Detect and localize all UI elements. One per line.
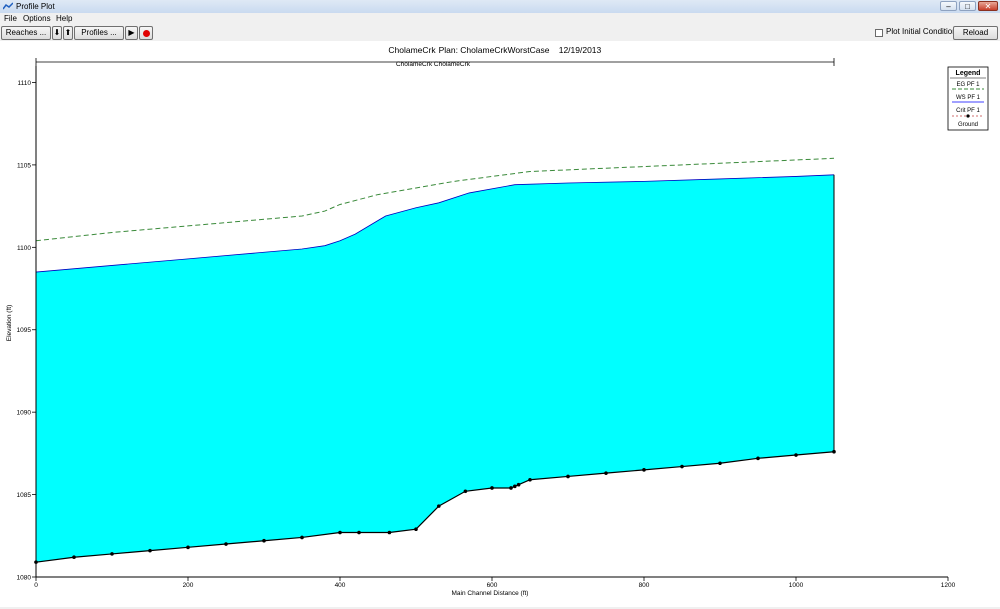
menu-file[interactable]: File xyxy=(4,14,17,24)
ground-point xyxy=(72,555,76,560)
down-arrow-button[interactable]: ⬇ xyxy=(52,26,62,40)
legend-entry-ground: Ground xyxy=(958,122,978,128)
app-icon xyxy=(3,2,13,10)
window-title: Profile Plot xyxy=(16,2,55,11)
legend-entry-crit: Crit PF 1 xyxy=(956,108,980,114)
maximize-icon: □ xyxy=(965,2,970,11)
x-tick-label: 600 xyxy=(487,582,498,589)
ground-point xyxy=(566,474,570,479)
ground-point xyxy=(110,552,114,556)
ground-point xyxy=(516,482,521,487)
record-icon xyxy=(142,30,150,37)
legend-title: Legend xyxy=(956,70,981,77)
ground-point xyxy=(414,527,418,531)
chart-title-river: CholameCrk xyxy=(388,45,436,55)
play-button[interactable]: ▶ xyxy=(125,26,138,40)
ground-point xyxy=(300,535,304,540)
play-icon: ▶ xyxy=(128,28,135,37)
toolbar: Reaches ... ⬇ ⬆ Profiles ... ▶ Plot Init… xyxy=(0,25,1000,49)
chart-title-date: 12/19/2013 xyxy=(559,45,602,55)
plot-area: CholameCrk Plan: CholameCrkWorstCase 12/… xyxy=(0,41,1000,607)
x-tick-label: 400 xyxy=(335,582,346,589)
menu-help[interactable]: Help xyxy=(56,14,72,24)
ground-point xyxy=(262,538,266,543)
ground-point xyxy=(794,453,798,457)
y-tick-label: 1105 xyxy=(17,162,31,169)
down-arrow-icon: ⬇ xyxy=(53,28,61,37)
reaches-button[interactable]: Reaches ... xyxy=(1,26,51,40)
ground-point xyxy=(832,449,836,454)
ground-point xyxy=(437,504,441,508)
title-bar: Profile Plot – □ ✕ xyxy=(0,0,1000,14)
ground-point xyxy=(338,530,342,535)
legend-entry-eg: EG PF 1 xyxy=(956,82,980,88)
ground-point xyxy=(490,486,494,490)
y-tick-label: 1080 xyxy=(17,575,32,582)
profiles-button[interactable]: Profiles ... xyxy=(74,26,124,40)
y-tick-label: 1085 xyxy=(17,492,32,499)
legend: Legend EG PF 1 WS PF 1 Crit PF 1 Ground xyxy=(947,66,989,131)
ground-point xyxy=(387,530,392,535)
plot-initial-conditions-label: Plot Initial Conditions xyxy=(886,27,961,36)
ground-point xyxy=(148,548,152,553)
menu-options[interactable]: Options xyxy=(23,14,51,24)
ground-point xyxy=(186,545,190,550)
up-arrow-icon: ⬆ xyxy=(64,28,72,37)
minimize-icon: – xyxy=(946,2,951,11)
close-icon: ✕ xyxy=(984,2,992,11)
ground-point xyxy=(513,484,517,489)
ground-point xyxy=(680,464,684,469)
minimize-button[interactable]: – xyxy=(940,1,957,11)
ground-point xyxy=(756,456,760,461)
close-button[interactable]: ✕ xyxy=(978,1,998,11)
x-tick-label: 0 xyxy=(34,582,38,589)
y-tick-label: 1110 xyxy=(18,80,32,87)
profile-chart: CholameCrk Plan: CholameCrkWorstCase 12/… xyxy=(6,45,989,597)
ground-point xyxy=(604,471,608,475)
x-tick-label: 1000 xyxy=(789,582,804,589)
plot-initial-conditions-checkbox[interactable] xyxy=(875,29,883,37)
ground-point xyxy=(718,461,722,466)
stop-button[interactable] xyxy=(139,26,153,40)
up-arrow-button[interactable]: ⬆ xyxy=(63,26,73,40)
y-tick-label: 1090 xyxy=(17,410,32,417)
ground-point xyxy=(357,530,361,535)
y-axis-label: Elevation (ft) xyxy=(6,305,13,342)
reload-data-button[interactable]: Reload Data xyxy=(953,26,998,49)
x-tick-label: 800 xyxy=(639,582,650,589)
ground-point xyxy=(463,489,468,494)
ws-fill-area xyxy=(36,174,834,563)
x-tick-label: 1200 xyxy=(941,582,956,589)
ground-point xyxy=(528,477,532,482)
legend-entry-ws: WS PF 1 xyxy=(956,95,981,101)
x-tick-label: 200 xyxy=(183,582,194,589)
y-tick-label: 1100 xyxy=(17,245,31,252)
menu-bar: File Options Help xyxy=(0,13,1000,25)
maximize-button[interactable]: □ xyxy=(959,1,976,11)
x-axis-label: Main Channel Distance (ft) xyxy=(452,590,529,597)
y-tick-label: 1095 xyxy=(17,327,32,334)
ground-point xyxy=(224,542,228,546)
ground-point xyxy=(642,468,646,472)
ground-point xyxy=(509,486,513,490)
legend-swatch-crit-marker xyxy=(966,114,970,118)
chart-title-plan: Plan: CholameCrkWorstCase xyxy=(439,45,550,55)
